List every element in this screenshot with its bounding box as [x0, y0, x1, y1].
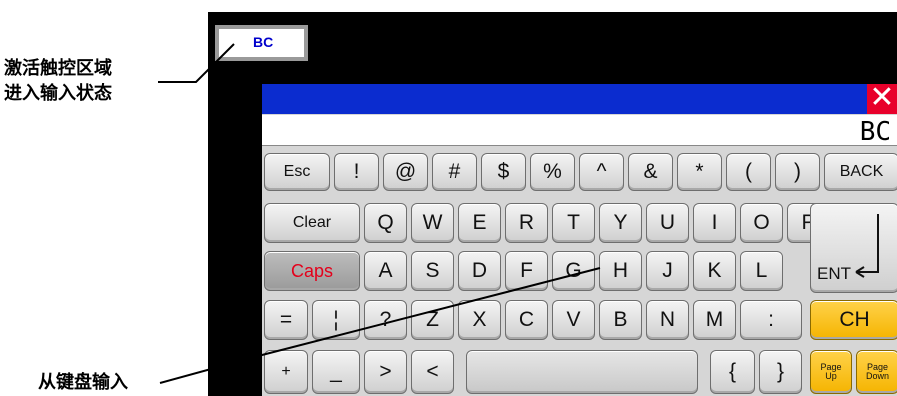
key-greater-than[interactable]: > — [364, 350, 407, 394]
key-colon[interactable]: : — [740, 300, 802, 340]
callout-activate-line2: 进入输入状态 — [4, 83, 112, 104]
key-caret[interactable]: ^ — [579, 153, 624, 191]
key-m[interactable]: M — [693, 300, 736, 340]
input-field-value: BC — [253, 34, 274, 50]
key-n[interactable]: N — [646, 300, 689, 340]
key-rbrace[interactable]: } — [759, 350, 802, 394]
key-z[interactable]: Z — [411, 300, 454, 340]
callout-keyboard-input: 从键盘输入 — [38, 372, 128, 393]
key-f[interactable]: F — [505, 251, 548, 291]
key-equals[interactable]: = — [264, 300, 308, 340]
key-rparen[interactable]: ) — [775, 153, 820, 191]
key-clear[interactable]: Clear — [264, 203, 360, 243]
key-t[interactable]: T — [552, 203, 595, 243]
key-c[interactable]: C — [505, 300, 548, 340]
key-esc[interactable]: Esc — [264, 153, 330, 191]
key-exclaim[interactable]: ! — [334, 153, 379, 191]
key-enter-label: ENT — [817, 264, 851, 283]
keyboard-display: BC — [262, 115, 897, 147]
key-backspace[interactable]: BACK — [824, 153, 897, 191]
key-question[interactable]: ? — [364, 300, 407, 340]
key-percent[interactable]: % — [530, 153, 575, 191]
callout-activate: 激活触控区域 进入输入状态 — [4, 56, 112, 106]
key-v[interactable]: V — [552, 300, 595, 340]
key-r[interactable]: R — [505, 203, 548, 243]
key-enter[interactable]: ENT — [810, 203, 897, 293]
key-ch[interactable]: CH — [810, 300, 897, 340]
key-o[interactable]: O — [740, 203, 783, 243]
key-broken-bar[interactable]: ¦ — [312, 300, 360, 340]
key-x[interactable]: X — [458, 300, 501, 340]
key-ampersand[interactable]: & — [628, 153, 673, 191]
keyboard-title-bar — [262, 84, 897, 114]
key-y[interactable]: Y — [599, 203, 642, 243]
callout-activate-line1: 激活触控区域 — [4, 58, 112, 79]
key-h[interactable]: H — [599, 251, 642, 291]
key-u[interactable]: U — [646, 203, 689, 243]
soft-keyboard: ✕ BC Esc ! @ # $ % ^ & * ( ) BACK Clear … — [262, 84, 897, 396]
key-lbrace[interactable]: { — [710, 350, 755, 394]
key-page-up[interactable]: Page Up — [810, 350, 852, 394]
key-lparen[interactable]: ( — [726, 153, 771, 191]
key-w[interactable]: W — [411, 203, 454, 243]
key-b[interactable]: B — [599, 300, 642, 340]
key-q[interactable]: Q — [364, 203, 407, 243]
input-field[interactable]: BC — [215, 25, 308, 61]
key-page-down[interactable]: Page Down — [856, 350, 897, 394]
close-button[interactable]: ✕ — [867, 84, 897, 114]
key-d[interactable]: D — [458, 251, 501, 291]
key-space[interactable] — [466, 350, 698, 394]
key-dollar[interactable]: $ — [481, 153, 526, 191]
key-j[interactable]: J — [646, 251, 689, 291]
key-plus[interactable]: + — [264, 350, 308, 394]
key-k[interactable]: K — [693, 251, 736, 291]
key-g[interactable]: G — [552, 251, 595, 291]
key-underscore[interactable]: _ — [312, 350, 360, 394]
enter-arrow-icon — [855, 214, 879, 278]
key-page-down-line2: Down — [865, 371, 889, 381]
key-hash[interactable]: # — [432, 153, 477, 191]
key-caps[interactable]: Caps — [264, 251, 360, 291]
key-asterisk[interactable]: * — [677, 153, 722, 191]
key-e[interactable]: E — [458, 203, 501, 243]
key-at[interactable]: @ — [383, 153, 428, 191]
keyboard-display-value: BC — [859, 117, 891, 147]
key-l[interactable]: L — [740, 251, 783, 291]
key-less-than[interactable]: < — [411, 350, 454, 394]
key-page-up-line2: Up — [825, 371, 837, 381]
key-a[interactable]: A — [364, 251, 407, 291]
key-i[interactable]: I — [693, 203, 736, 243]
key-s[interactable]: S — [411, 251, 454, 291]
